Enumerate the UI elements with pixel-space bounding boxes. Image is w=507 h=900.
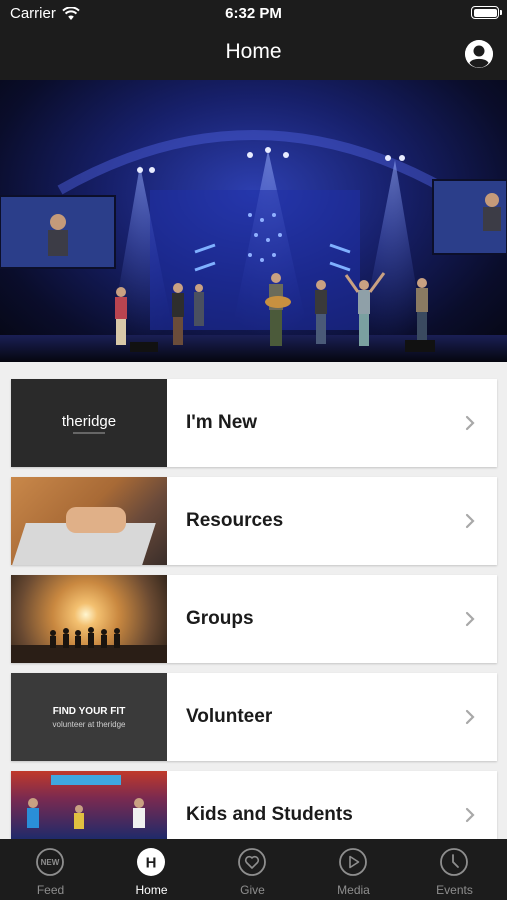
chevron-right-icon	[465, 709, 475, 725]
tab-label: Events	[436, 883, 473, 897]
tab-media[interactable]: Media	[303, 839, 404, 900]
clock-icon	[440, 848, 468, 876]
menu-item-volunteer[interactable]: FIND YOUR FIT volunteer at theridge Volu…	[11, 673, 497, 761]
tab-events[interactable]: Events	[404, 839, 505, 900]
menu-item-im-new[interactable]: theridge I'm New	[11, 379, 497, 467]
menu-item-label: I'm New	[186, 412, 258, 433]
menu-item-label: Groups	[186, 608, 254, 629]
resources-thumbnail	[11, 477, 167, 565]
profile-button[interactable]	[465, 40, 493, 68]
tab-label: Media	[337, 883, 370, 897]
groups-thumbnail	[11, 575, 167, 663]
worship-stage-illustration	[0, 130, 507, 362]
svg-text:NEW: NEW	[41, 858, 60, 867]
chevron-right-icon	[465, 415, 475, 431]
play-icon	[339, 848, 367, 876]
navigation-bar: Home	[0, 28, 507, 80]
menu-item-resources[interactable]: Resources	[11, 477, 497, 565]
hero-banner-image	[0, 80, 507, 362]
chevron-right-icon	[465, 513, 475, 529]
tab-label: Feed	[36, 883, 65, 897]
menu-item-kids-and-students[interactable]: Kids and Students	[11, 771, 497, 839]
chevron-right-icon	[465, 807, 475, 823]
kids-and-students-thumbnail	[11, 771, 167, 839]
tab-bar: NEW Feed H Home Give Media Events	[0, 839, 507, 900]
status-time: 6:32 PM	[225, 5, 282, 22]
page-title: Home	[225, 40, 282, 63]
tab-give[interactable]: Give	[202, 839, 303, 900]
tab-label: Give	[240, 883, 265, 897]
tab-label: Home	[135, 883, 168, 897]
home-h-icon: H	[137, 848, 165, 876]
new-badge-icon: NEW	[36, 848, 64, 876]
theridge-logo: theridge	[61, 413, 117, 430]
svg-text:H: H	[146, 855, 157, 872]
tab-feed[interactable]: NEW Feed	[0, 839, 101, 900]
menu-item-groups[interactable]: Groups	[11, 575, 497, 663]
menu-item-label: Kids and Students	[186, 804, 353, 825]
heart-icon	[238, 848, 266, 876]
chevron-right-icon	[465, 611, 475, 627]
tab-home[interactable]: H Home	[101, 839, 202, 900]
menu-item-label: Volunteer	[186, 706, 273, 727]
volunteer-thumbnail: FIND YOUR FIT volunteer at theridge	[11, 673, 167, 761]
user-icon	[465, 40, 493, 68]
battery-icon	[471, 6, 502, 19]
status-bar: Carrier 6:32 PM	[0, 0, 507, 28]
menu-item-label: Resources	[186, 510, 284, 531]
im-new-thumbnail: theridge	[11, 379, 167, 467]
